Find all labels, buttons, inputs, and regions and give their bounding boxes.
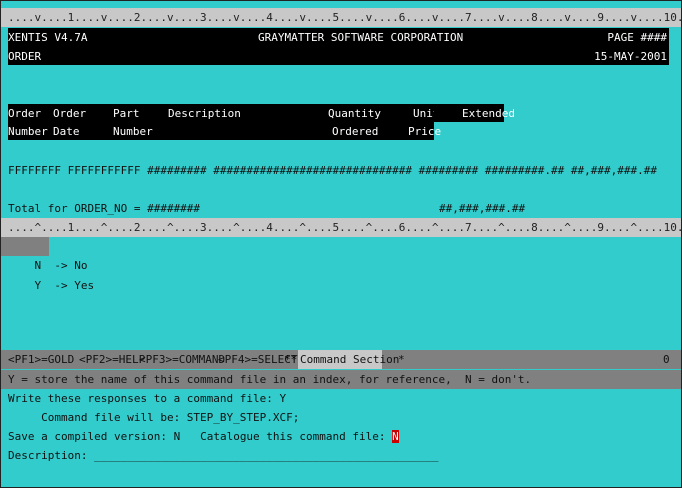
company-name: GRAYMATTER SOFTWARE CORPORATION — [258, 31, 464, 44]
col-extended: Extended — [462, 107, 515, 120]
report-date: 15-MAY-2001 — [594, 50, 667, 63]
section-counter: 0 — [663, 353, 670, 366]
total-label: Total for ORDER_NO = ######## — [8, 202, 201, 215]
total-value: ##,###,###.## — [439, 202, 526, 215]
col-part-number-2: Number — [113, 125, 153, 138]
product-version: XENTIS V4.7A — [8, 31, 88, 44]
compiled-version-label: Save a compiled version: — [8, 430, 167, 443]
description-label: Description: — [8, 449, 88, 462]
column-ruler-top: ....v....1....v....2....v....3....v....4… — [1, 8, 681, 27]
option-yes-label: -> Yes — [54, 279, 95, 292]
pf3-command-key[interactable]: <PF3>=COMMAND — [139, 353, 225, 366]
option-no[interactable]: N -> No — [1, 237, 88, 272]
catalogue-input-cursor[interactable]: N — [392, 430, 399, 443]
report-name: ORDER — [8, 50, 42, 63]
hint-line: Y = store the name of this command file … — [1, 370, 681, 389]
column-extended-cell: Extended — [434, 104, 515, 122]
col-part-number-1: Part — [113, 107, 140, 120]
write-prompt-value[interactable]: Y — [280, 392, 287, 405]
report-header: XENTIS V4.7A GRAYMATTER SOFTWARE CORPORA… — [8, 28, 669, 65]
terminal-screen: ....v....1....v....2....v....3....v....4… — [0, 0, 682, 488]
catalogue-label: Catalogue this command file: — [200, 430, 386, 443]
function-key-bar: <PF1>=GOLD <PF2>=HELP <PF3>=COMMAND <PF4… — [1, 350, 681, 369]
pf2-help-key[interactable]: <PF2>=HELP — [79, 353, 145, 366]
pf1-gold-key[interactable]: <PF1>=GOLD — [8, 353, 74, 366]
command-file-name: Command file will be: STEP_BY_STEP.XCF; — [8, 411, 300, 424]
col-description: Description — [168, 107, 241, 120]
write-prompt-label: Write these responses to a command file: — [8, 392, 273, 405]
col-order-date-2: Date — [53, 125, 80, 138]
col-order-date-1: Order — [53, 107, 87, 120]
compiled-version-value[interactable]: N — [174, 430, 181, 443]
write-prompt: Write these responses to a command file:… — [8, 392, 286, 406]
col-quantity-2: Ordered — [332, 125, 379, 138]
col-order-number-2: Number — [8, 125, 48, 138]
option-yes[interactable]: Y -> Yes — [1, 257, 95, 292]
column-headers: Order Order Part Description Quantity Un… — [8, 104, 441, 140]
column-ruler-bottom: ....^....1....^....2....^....3....^....4… — [1, 218, 681, 237]
option-yes-key: Y — [34, 279, 42, 292]
compile-prompt: Save a compiled version: N Catalogue thi… — [8, 430, 399, 444]
section-title: Command Section — [298, 350, 399, 369]
col-quantity-1: Quantity — [328, 107, 381, 120]
description-input[interactable]: ________________________________________… — [87, 449, 438, 462]
marker: ** — [284, 353, 298, 366]
col-order-number-1: Order — [8, 107, 42, 120]
description-prompt: Description: ___________________________… — [8, 449, 438, 463]
page-number: PAGE #### — [607, 31, 667, 44]
col-unit-price-2: Price — [408, 125, 442, 138]
detail-line: FFFFFFFF FFFFFFFFFFF ######### #########… — [8, 164, 658, 177]
section-star: * — [398, 353, 405, 366]
